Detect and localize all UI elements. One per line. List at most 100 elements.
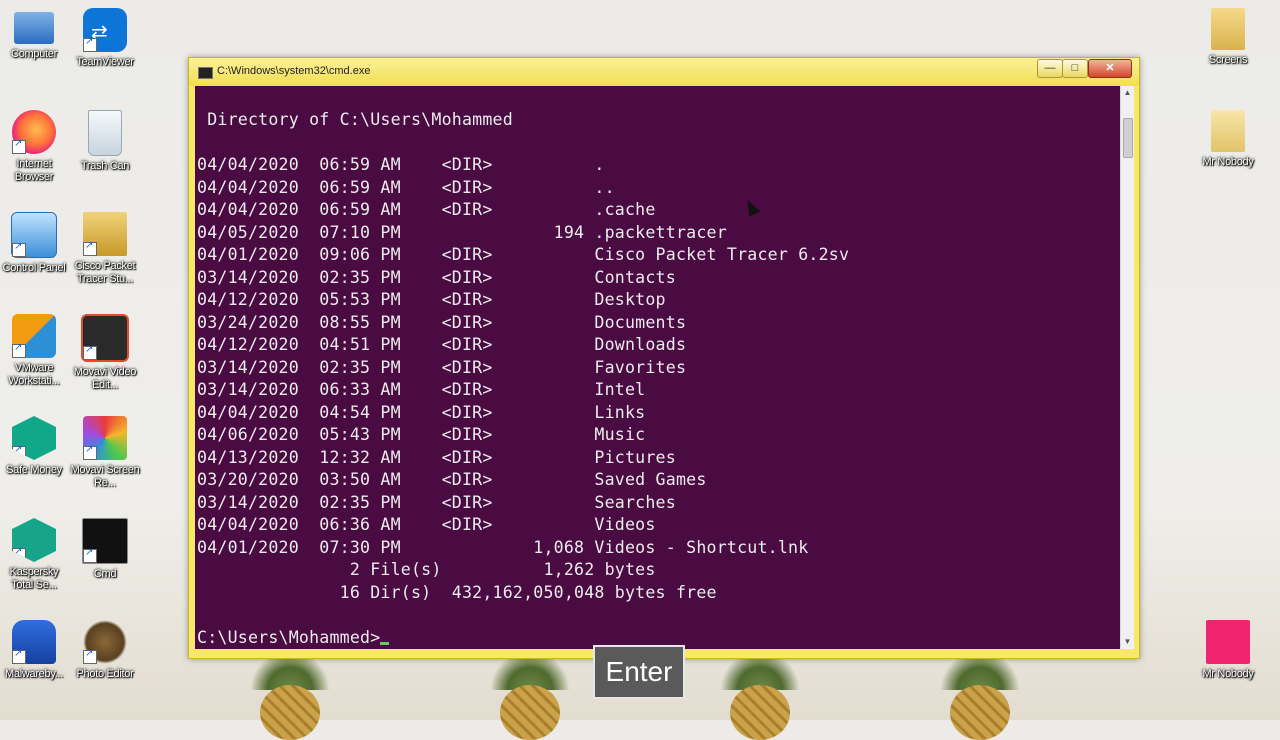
directory-entry: 04/13/2020 12:32 AM <DIR> Pictures [197, 447, 676, 467]
close-button[interactable]: ✕ [1088, 59, 1132, 78]
keypress-overlay: Enter [593, 645, 685, 699]
vmware-icon [12, 314, 56, 358]
text-cursor [380, 642, 390, 645]
directory-entry: 03/14/2020 02:35 PM <DIR> Searches [197, 492, 676, 512]
dirs-summary: 16 Dir(s) 432,162,050,048 bytes free [197, 583, 717, 602]
kaspersky-icon [12, 518, 56, 562]
desktop-icon-control-panel[interactable]: Control Panel [0, 212, 70, 275]
desktop-icon-vmware[interactable]: VMware Workstati... [0, 314, 70, 388]
desktop-icon-trash-can[interactable]: Trash Can [69, 110, 141, 173]
desktop-icon-cmd[interactable]: Cmd [69, 518, 141, 581]
photo-editor-icon [83, 620, 127, 664]
desktop-icon-label: Photo Editor [76, 668, 134, 680]
directory-entry: 04/01/2020 09:06 PM <DIR> Cisco Packet T… [197, 245, 850, 264]
shortcut-arrow-icon [83, 547, 97, 563]
desktop-icon-label: Internet Browser [14, 158, 54, 183]
desktop-icon-label: Cisco Packet Tracer Stu... [74, 260, 136, 285]
firefox-icon [12, 110, 56, 154]
desktop-icon-teamviewer[interactable]: ⇄ TeamViewer [69, 8, 141, 69]
directory-entry: 04/12/2020 04:51 PM <DIR> Downloads [197, 335, 687, 354]
scroll-up-icon[interactable]: ▲ [1121, 86, 1134, 100]
directory-entry: 03/14/2020 02:35 PM <DIR> Favorites [197, 357, 687, 377]
pineapple-decoration [230, 650, 350, 740]
directory-entry: 03/20/2020 03:50 AM <DIR> Saved Games [197, 470, 707, 489]
desktop-icon-screens[interactable]: Screens [1192, 8, 1264, 67]
scroll-down-icon[interactable]: ▼ [1121, 635, 1134, 649]
directory-entry: 04/04/2020 04:54 PM <DIR> Links [197, 402, 646, 422]
pineapple-decoration [470, 650, 590, 740]
shortcut-arrow-icon [12, 138, 26, 154]
image-file-icon [1206, 620, 1250, 664]
computer-icon [14, 12, 54, 44]
directory-entry: 04/04/2020 06:36 AM <DIR> Videos [197, 515, 656, 534]
window-titlebar[interactable]: C:\Windows\system32\cmd.exe — □ ✕ [189, 58, 1139, 86]
desktop-icon-label: Mr Nobody [1202, 156, 1254, 168]
minimize-button[interactable]: — [1037, 59, 1063, 78]
cmd-icon [82, 518, 128, 564]
shortcut-arrow-icon [12, 546, 26, 562]
command-prompt[interactable]: C:\Users\Mohammed> [197, 628, 390, 649]
directory-entry: 04/12/2020 05:53 PM <DIR> Desktop [197, 290, 666, 309]
desktop-icon-safe-money[interactable]: Safe Money [0, 416, 70, 477]
desktop-icon-label: Mr Nobody [1202, 668, 1254, 680]
cmd-window-icon [198, 67, 213, 79]
shortcut-arrow-icon [83, 344, 97, 360]
directory-entry: 03/14/2020 06:33 AM <DIR> Intel [197, 380, 646, 399]
console-output[interactable]: Directory of C:\Users\Mohammed 04/04/202… [195, 86, 1120, 649]
teamviewer-icon: ⇄ [83, 8, 127, 52]
directory-header: Directory of C:\Users\Mohammed [197, 110, 513, 129]
desktop-icon-label: Cmd [93, 568, 117, 580]
shortcut-arrow-icon [12, 444, 26, 460]
desktop-icon-kaspersky[interactable]: Kaspersky Total Se... [0, 518, 70, 592]
directory-entry: 04/04/2020 06:59 AM <DIR> . [197, 155, 605, 174]
desktop-icon-movavi-screen[interactable]: Movavi Screen Re... [69, 416, 141, 490]
desktop-icon-mr-nobody-folder[interactable]: Mr Nobody [1192, 110, 1264, 169]
vertical-scrollbar[interactable]: ▲ ▼ [1120, 86, 1134, 649]
malwarebytes-icon [12, 620, 56, 664]
shortcut-arrow-icon [83, 648, 97, 664]
pineapple-decoration [700, 650, 820, 740]
shortcut-arrow-icon [83, 36, 97, 52]
movavi-screen-icon [83, 416, 127, 460]
pineapple-decoration [920, 650, 1040, 740]
desktop-icon-label: Movavi Screen Re... [70, 464, 140, 489]
directory-entry: 04/04/2020 06:59 AM <DIR> .. [197, 177, 615, 197]
desktop-icon-internet-browser[interactable]: Internet Browser [0, 110, 70, 184]
desktop-icon-label: Kaspersky Total Se... [9, 566, 59, 591]
files-summary: 2 File(s) 1,262 bytes [197, 560, 656, 579]
desktop-icon-movavi-video[interactable]: Movavi Video Edit... [69, 314, 141, 392]
safe-money-icon [12, 416, 56, 460]
trash-can-icon [88, 110, 122, 156]
folder-icon [1211, 110, 1245, 152]
desktop-icon-cisco-packet-tracer[interactable]: Cisco Packet Tracer Stu... [69, 212, 141, 286]
shortcut-arrow-icon [12, 648, 26, 664]
cisco-packet-tracer-icon [83, 212, 127, 256]
cmd-window[interactable]: C:\Windows\system32\cmd.exe — □ ✕ Direct… [188, 57, 1140, 659]
directory-entry: 03/24/2020 08:55 PM <DIR> Documents [197, 312, 687, 332]
folder-icon [1211, 8, 1245, 50]
desktop-icon-computer[interactable]: Computer [0, 8, 70, 61]
desktop-icon-label: Computer [11, 48, 57, 60]
desktop-icon-label: Screens [1208, 54, 1248, 66]
scrollbar-thumb[interactable] [1123, 118, 1133, 158]
desktop-icon-label: TeamViewer [76, 56, 134, 68]
desktop-icon-label: Safe Money [6, 464, 62, 476]
desktop-icon-label: VMware Workstati... [8, 362, 60, 387]
desktop-icon-label: Movavi Video Edit... [73, 366, 137, 391]
directory-entry: 04/01/2020 07:30 PM 1,068 Videos - Short… [197, 537, 809, 557]
window-title: C:\Windows\system32\cmd.exe [217, 65, 371, 77]
movavi-video-icon [81, 314, 129, 362]
shortcut-arrow-icon [83, 444, 97, 460]
shortcut-arrow-icon [12, 342, 26, 358]
desktop-icon-label: Malwareby... [5, 668, 63, 680]
desktop-icon-mr-nobody-image[interactable]: Mr Nobody [1192, 620, 1264, 681]
maximize-button[interactable]: □ [1062, 59, 1088, 78]
directory-entry: 04/04/2020 06:59 AM <DIR> .cache [197, 200, 656, 219]
desktop-icon-malwarebytes[interactable]: Malwareby... [0, 620, 70, 681]
desktop-icon-photo-editor[interactable]: Photo Editor [69, 620, 141, 681]
desktop-icon-label: Control Panel [2, 262, 66, 274]
shortcut-arrow-icon [83, 240, 97, 256]
control-panel-icon [11, 212, 57, 258]
shortcut-arrow-icon [12, 241, 26, 257]
directory-entry: 04/05/2020 07:10 PM 194 .packettracer [197, 222, 727, 242]
